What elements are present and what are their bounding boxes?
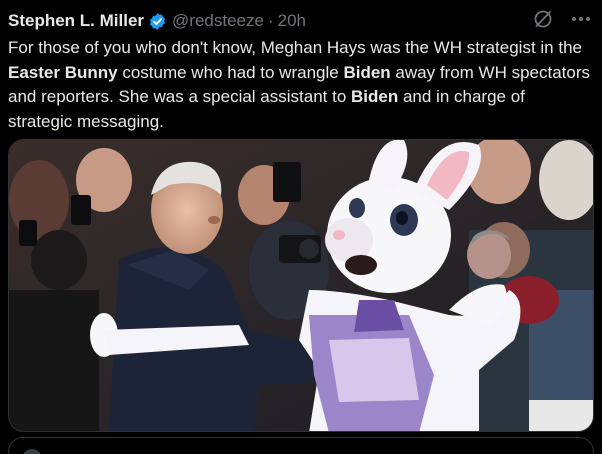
- tweet-text-bold: Biden: [343, 62, 391, 82]
- grok-slash-circle-icon[interactable]: [532, 8, 554, 30]
- author-handle[interactable]: @redsteeze: [172, 11, 264, 31]
- timestamp[interactable]: 20h: [278, 11, 306, 31]
- tweet-header: Stephen L. Miller @redsteeze · 20h: [8, 9, 306, 33]
- tweet-text: For those of you who don't know, Meghan …: [8, 36, 592, 134]
- tweet-text-bold: Easter Bunny: [8, 62, 118, 82]
- tweet-text-part: For those of you who don't know, Meghan …: [8, 38, 582, 57]
- author-name[interactable]: Stephen L. Miller: [8, 11, 144, 31]
- header-actions: [532, 8, 592, 30]
- tweet-card[interactable]: Stephen L. Miller @redsteeze · 20h For t: [0, 0, 602, 454]
- quoted-post-card[interactable]: [8, 437, 594, 454]
- verified-badge-icon: [148, 12, 167, 31]
- tweet-text-part: costume who had to wrangle: [117, 62, 344, 82]
- tweet-photo[interactable]: [8, 139, 594, 432]
- separator-dot: ·: [267, 11, 274, 30]
- tweet-text-bold: Biden: [351, 87, 399, 106]
- more-dots-icon[interactable]: [570, 8, 592, 30]
